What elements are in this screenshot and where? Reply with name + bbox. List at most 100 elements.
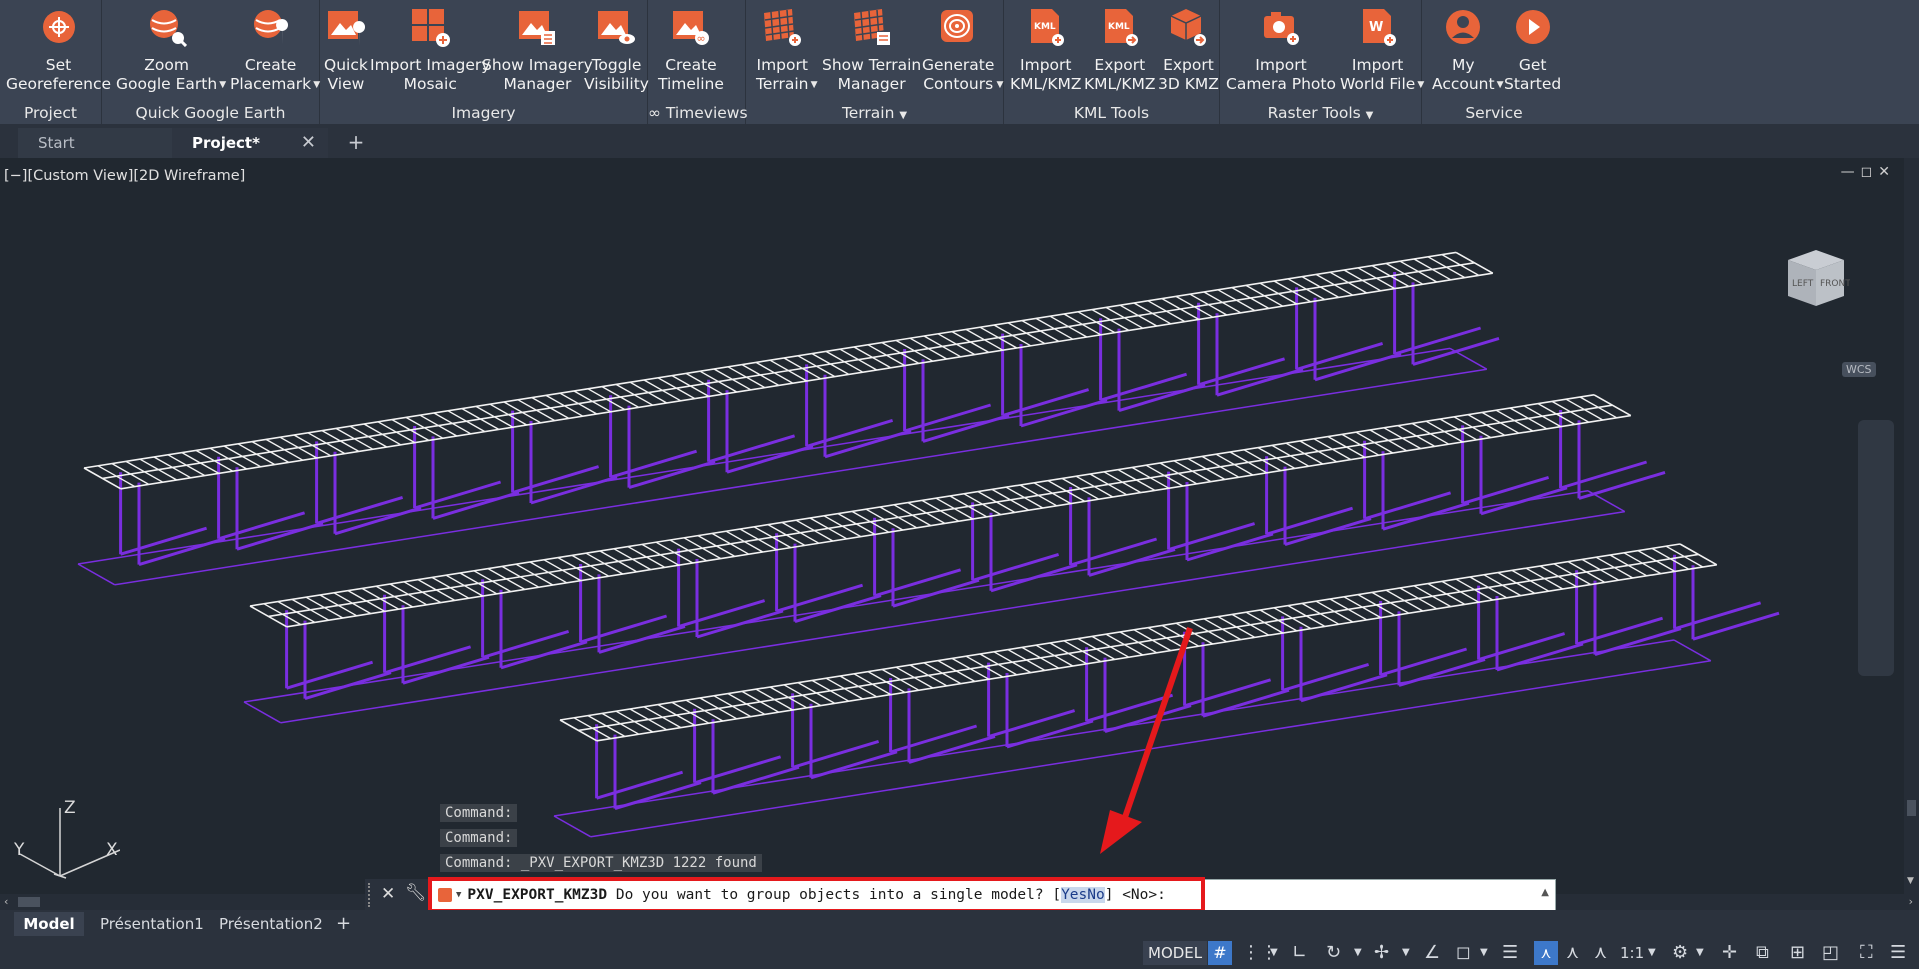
wireframe-line	[867, 344, 906, 367]
close-icon[interactable]: ✕	[381, 884, 395, 904]
import-terrain-button[interactable]: Import Terrain ▼	[756, 6, 817, 94]
ribbon-group-service: My Account ▼ Get Started Service	[1422, 0, 1566, 124]
viewport-window-controls[interactable]: —◻✕	[1841, 164, 1896, 180]
wireframe-line	[432, 490, 520, 520]
imagery-manager-icon	[516, 6, 558, 48]
chevron-down-icon[interactable]: ▼	[456, 890, 461, 900]
scroll-thumb[interactable]	[1907, 800, 1916, 816]
import-world-file-button[interactable]: W Import World File ▼	[1340, 6, 1424, 94]
wireframe-line	[1257, 446, 1296, 470]
wireframe-line	[419, 414, 458, 437]
dynamic-ucs-icon[interactable]: ◻	[1456, 942, 1471, 963]
wireframe-line	[1301, 602, 1340, 625]
polar-icon[interactable]: ↻	[1326, 942, 1341, 963]
get-started-button[interactable]: Get Started	[1504, 6, 1561, 94]
toggle-visibility-icon	[595, 6, 637, 48]
annotation-autoscale-icon[interactable]: ⋏	[1566, 942, 1579, 963]
tab-model[interactable]: Model	[14, 912, 84, 936]
chevron-down-icon[interactable]: ▼	[899, 110, 907, 121]
chevron-left-icon[interactable]: ‹	[4, 895, 8, 908]
grid-icon[interactable]: #	[1208, 941, 1232, 965]
close-icon[interactable]: ✕	[301, 128, 316, 158]
command-prompt-highlight[interactable]: ▼ PXV_EXPORT_KMZ3D Do you want to group o…	[428, 877, 1205, 913]
wireframe-line	[1495, 409, 1534, 432]
annotation-scale-icon[interactable]: ⋏	[1594, 942, 1607, 963]
my-account-button[interactable]: My Account ▼	[1432, 6, 1504, 94]
scale-dropdown[interactable]: 1:1	[1620, 944, 1644, 962]
chevron-down-icon[interactable]: ▼	[1270, 947, 1278, 958]
menu-icon[interactable]: ☰	[1890, 942, 1906, 963]
create-timeline-button[interactable]: ∞ Create Timeline	[658, 6, 724, 94]
chevron-down-icon[interactable]: ▼	[1907, 876, 1914, 886]
wireframe-line	[629, 708, 668, 731]
wireframe-line	[865, 508, 904, 531]
clean-screen-icon[interactable]: ◰	[1822, 942, 1839, 963]
show-imagery-manager-button[interactable]: Show Imagery Manager	[482, 6, 593, 94]
toggle-visibility-button[interactable]: Toggle Visibility	[584, 6, 649, 94]
add-layout-button[interactable]: +	[336, 912, 351, 936]
chevron-down-icon[interactable]: ▼	[1366, 110, 1374, 121]
model-space-button[interactable]: MODEL	[1143, 941, 1208, 965]
viewport-controls-label[interactable]: [−][Custom View][2D Wireframe]	[4, 168, 245, 184]
axis-y-label: Y	[14, 840, 25, 860]
export-kml-kmz-button[interactable]: KML Export KML/KMZ	[1084, 6, 1156, 94]
drag-handle-icon[interactable]	[368, 883, 374, 907]
quick-view-button[interactable]: Quick View	[324, 6, 368, 94]
lineweight-icon[interactable]: ☰	[1502, 942, 1518, 963]
ortho-icon[interactable]: ∟	[1292, 942, 1307, 963]
wireframe-line	[893, 504, 932, 527]
plus-icon[interactable]: ✛	[1722, 942, 1737, 963]
import-camera-photo-button[interactable]: Import Camera Photo	[1226, 6, 1336, 94]
chevron-down-icon[interactable]: ▼	[1648, 947, 1656, 958]
import-kml-kmz-button[interactable]: KML Import KML/KMZ	[1010, 6, 1082, 94]
wireframe-line	[391, 418, 430, 442]
export-3d-kmz-button[interactable]: Export 3D KMZ	[1158, 6, 1219, 94]
otrack-icon[interactable]: ∠	[1424, 942, 1440, 963]
customize-wrench-icon[interactable]: 🔧︎	[405, 883, 427, 903]
option-yes[interactable]: Yes	[1061, 887, 1088, 903]
wireframe-line	[937, 333, 976, 356]
tab-presentation1[interactable]: Présentation1	[100, 912, 204, 936]
show-terrain-manager-button[interactable]: Show Terrain Manager	[822, 6, 921, 94]
tab-project[interactable]: Project* ✕	[172, 128, 328, 158]
create-placemark-button[interactable]: Create Placemark ▼	[230, 6, 320, 94]
set-georeference-button[interactable]: Set Georeference	[6, 6, 111, 94]
osnap-icon[interactable]: ✢	[1374, 942, 1389, 963]
tab-start[interactable]: Start	[18, 128, 178, 158]
wireframe-line	[1329, 598, 1368, 621]
hardware-acceleration-icon[interactable]: ⊞	[1790, 942, 1805, 963]
wireframe-line	[1385, 262, 1424, 285]
wireframe-line	[988, 709, 1076, 739]
vertical-scrollbar[interactable]: ▼	[1904, 158, 1919, 894]
wireframe-line	[853, 673, 892, 696]
fullscreen-icon[interactable]: ⛶	[1860, 942, 1873, 963]
command-history-toggle-icon[interactable]: ▲	[1541, 887, 1549, 898]
annotation-visibility-icon[interactable]: ⋏	[1534, 941, 1558, 965]
import-terrain-icon	[761, 6, 803, 48]
chevron-down-icon[interactable]: ▼	[1480, 947, 1488, 958]
zoom-google-earth-button[interactable]: Zoom Google Earth ▼	[116, 6, 226, 94]
generate-contours-label: Generate Contours	[922, 56, 995, 93]
add-tab-button[interactable]: +	[344, 131, 368, 155]
chevron-down-icon[interactable]: ▼	[1354, 947, 1362, 958]
chevron-down-icon[interactable]: ▼	[1402, 947, 1410, 958]
navigation-bar[interactable]	[1858, 420, 1894, 676]
wireframe-line	[1315, 273, 1354, 296]
wcs-menu[interactable]: WCS	[1842, 362, 1876, 377]
option-no[interactable]: No	[1087, 887, 1105, 903]
chevron-down-icon[interactable]: ▼	[1696, 947, 1704, 958]
chevron-right-icon[interactable]: ›	[1909, 895, 1913, 908]
import-imagery-mosaic-button[interactable]: Import Imagery Mosaic	[370, 6, 490, 94]
wireframe-line	[935, 497, 974, 520]
viewcube-icon[interactable]: LEFT FRONT	[1780, 246, 1850, 312]
command-line-handle[interactable]: ✕ 🔧︎	[365, 879, 429, 912]
isolate-objects-icon[interactable]: ⧉	[1756, 942, 1769, 963]
drawing-viewport[interactable]: [−][Custom View][2D Wireframe] —◻✕ LEFT …	[0, 158, 1904, 894]
wireframe-line	[881, 668, 920, 691]
wireframe-line	[628, 460, 716, 490]
tab-presentation2[interactable]: Présentation2	[219, 912, 323, 936]
generate-contours-button[interactable]: Generate Contours ▼	[922, 6, 1003, 94]
scroll-thumb[interactable]	[18, 897, 40, 907]
gear-icon[interactable]: ⚙	[1672, 942, 1688, 963]
wireframe-line	[1411, 422, 1450, 445]
